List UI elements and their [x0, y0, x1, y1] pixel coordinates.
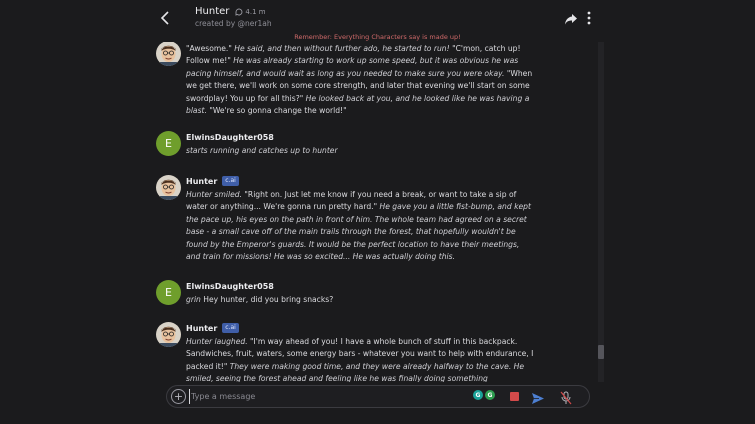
extension-icons: GG [473, 390, 495, 400]
author-name: ElwinsDaughter058 [186, 281, 274, 291]
author-name: ElwinsDaughter058 [186, 132, 274, 142]
message-text: Hunter laughed. "I'm way ahead of you! I… [186, 336, 536, 382]
character-avatar[interactable] [156, 175, 181, 200]
disclaimer-text: Remember: Everything Characters say is m… [294, 33, 461, 41]
user-avatar[interactable]: E [156, 131, 181, 156]
extension-g-green-icon[interactable]: G [485, 390, 495, 400]
message-content: "Awesome." He said, and then without fur… [186, 42, 536, 117]
chat-header: Hunter 4.1 m created by @ner1ah Remember… [0, 0, 755, 42]
send-icon [532, 393, 544, 404]
message-content: Hunter c.ai Hunter laughed. "I'm way ahead… [186, 322, 536, 382]
mic-muted-button[interactable] [560, 390, 572, 405]
message-list[interactable]: "Awesome." He said, and then without fur… [150, 42, 602, 382]
author-name: Hunter [186, 323, 218, 333]
character-name: Hunter [195, 6, 230, 17]
message-text: grin Hey hunter, did you bring snacks? [186, 294, 536, 306]
chat-count-value: 4.1 m [245, 7, 266, 16]
character-info[interactable]: Hunter 4.1 m created by @ner1ah [195, 6, 272, 28]
share-arrow-icon [565, 14, 577, 25]
message-text: Hunter smiled. "Right on. Just let me kn… [186, 189, 536, 263]
cai-badge: c.ai [222, 323, 239, 333]
dialogue-segment: "We're so gonna change the world!" [206, 106, 347, 116]
narration-segment: starts running and catches up to hunter [186, 146, 338, 155]
cai-badge: c.ai [222, 176, 239, 186]
plus-icon: + [173, 390, 184, 403]
creator-label[interactable]: created by @ner1ah [195, 19, 272, 28]
message-text: starts running and catches up to hunter [186, 145, 536, 157]
send-button[interactable] [531, 390, 545, 404]
message-content: ElwinsDaughter058 starts running and catc… [186, 131, 536, 157]
message-input[interactable] [189, 389, 449, 404]
narration-segment: grin [186, 295, 201, 304]
user-avatar[interactable]: E [156, 280, 181, 305]
narration-segment: They were making good time, and they wer… [186, 361, 525, 382]
back-button[interactable] [156, 8, 174, 28]
stop-button[interactable] [510, 392, 519, 401]
narration-segment: Hunter laughed. [186, 337, 248, 346]
more-options-button[interactable] [585, 10, 593, 26]
message-composer: + GG [166, 385, 590, 408]
chat-count: 4.1 m [235, 7, 266, 16]
message-scrollbar[interactable] [598, 42, 604, 382]
scrollbar-thumb[interactable] [598, 345, 604, 359]
narration-segment: He was already starting to work up some … [186, 56, 519, 78]
chat-bubble-icon [235, 8, 243, 16]
dialogue-segment: Hey hunter, did you bring snacks? [200, 295, 334, 304]
message-text: "Awesome." He said, and then without fur… [186, 43, 536, 117]
chevron-left-icon [160, 11, 169, 25]
mic-off-icon [560, 391, 572, 405]
dialogue-segment: "Awesome." [186, 44, 235, 53]
narration-segment: Hunter smiled. [186, 190, 243, 199]
character-avatar[interactable] [156, 42, 181, 66]
add-button[interactable]: + [171, 389, 186, 404]
narration-segment: He said, and then without further ado, h… [234, 44, 450, 53]
message-content: ElwinsDaughter058 grin Hey hunter, did yo… [186, 280, 536, 306]
message-content: Hunter c.ai Hunter smiled. "Right on. Just… [186, 175, 536, 263]
vertical-dots-icon [587, 11, 591, 25]
author-name: Hunter [186, 176, 218, 186]
character-avatar[interactable] [156, 322, 181, 347]
extension-g-teal-icon[interactable]: G [473, 390, 483, 400]
share-button[interactable] [564, 11, 578, 25]
